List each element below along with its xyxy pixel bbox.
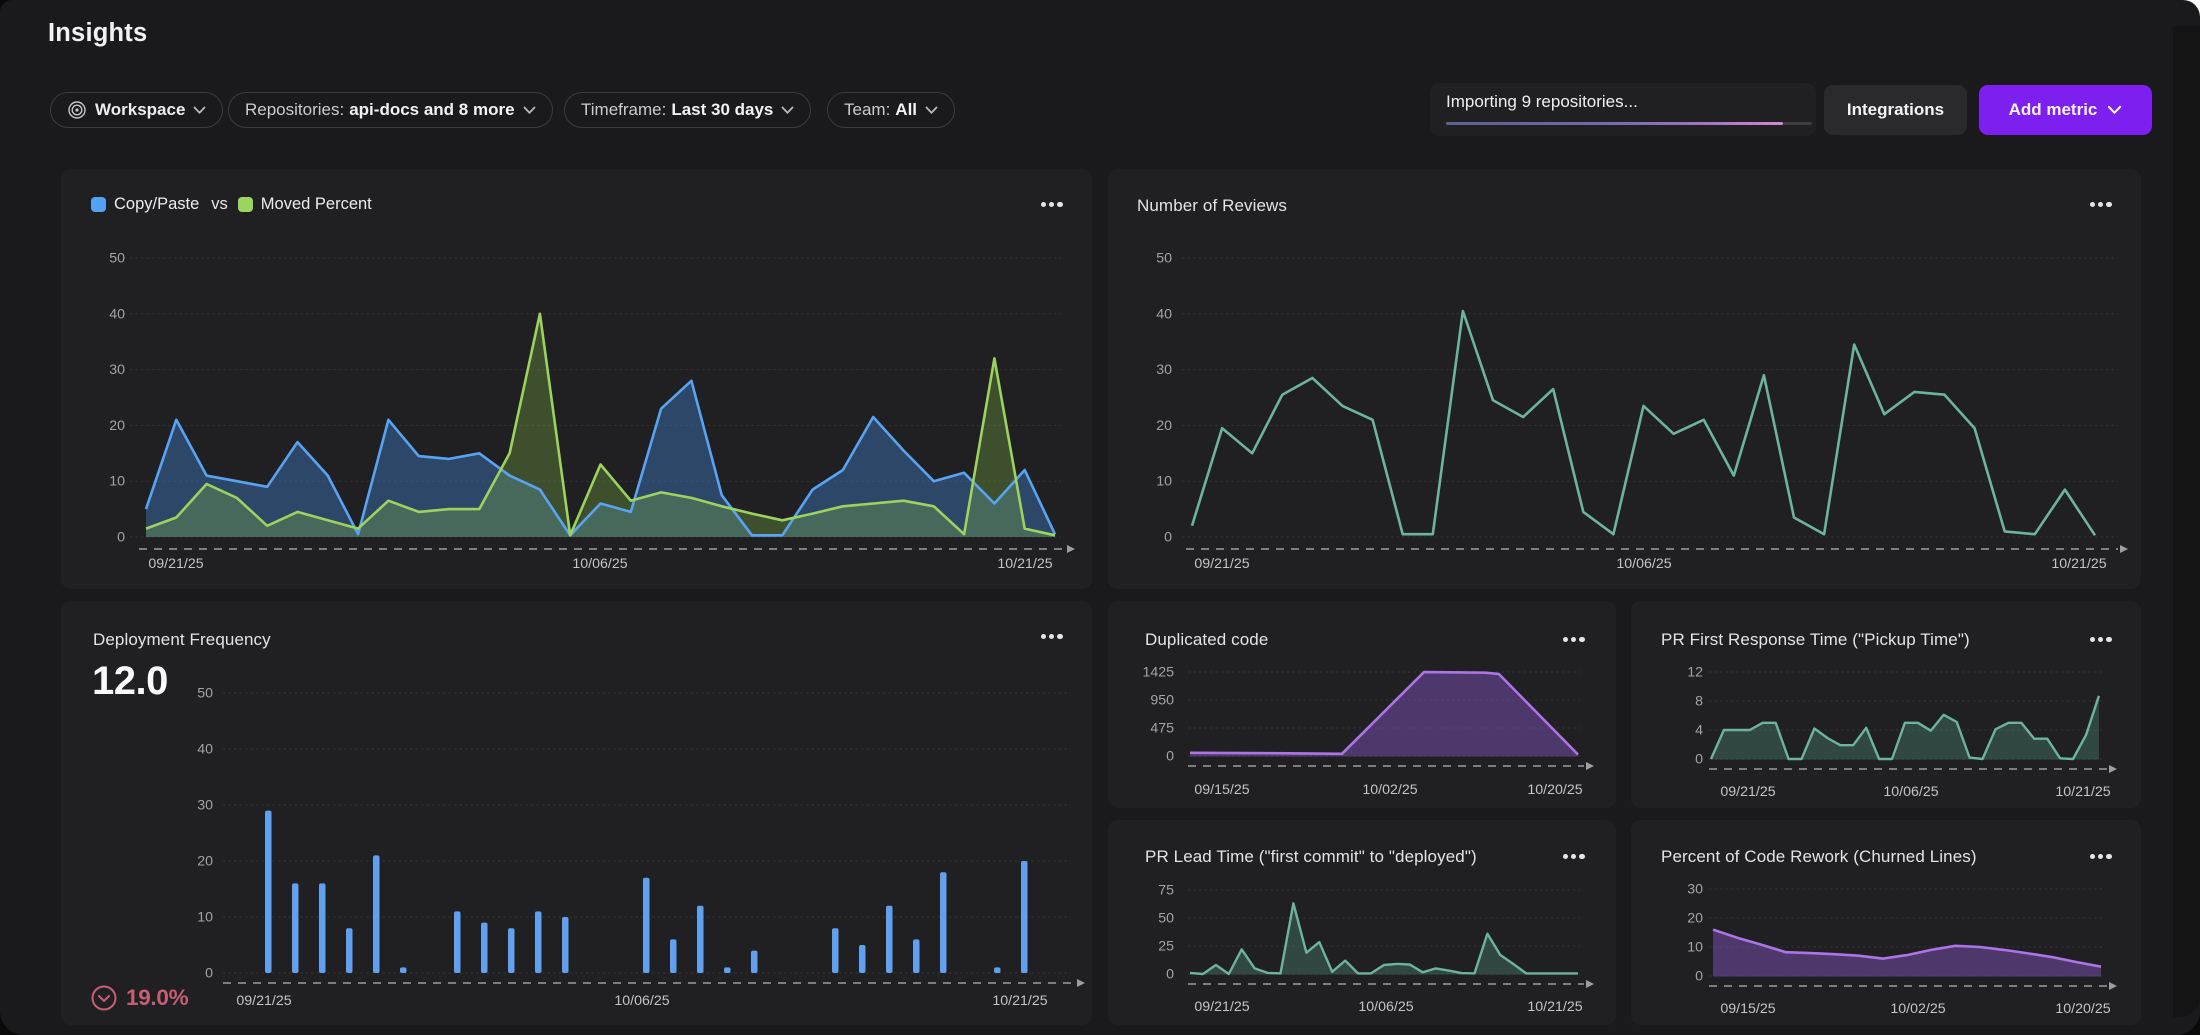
- svg-text:09/21/25: 09/21/25: [148, 556, 203, 572]
- svg-text:0: 0: [1166, 749, 1174, 765]
- svg-text:50: 50: [109, 251, 125, 267]
- svg-text:10/21/25: 10/21/25: [992, 993, 1047, 1009]
- svg-text:09/15/25: 09/15/25: [1194, 782, 1249, 798]
- svg-text:12: 12: [1687, 665, 1703, 681]
- svg-text:10/20/25: 10/20/25: [1527, 782, 1582, 798]
- svg-text:40: 40: [1156, 306, 1172, 322]
- svg-text:25: 25: [1158, 939, 1174, 955]
- svg-text:10/21/25: 10/21/25: [2055, 784, 2110, 800]
- svg-text:50: 50: [1158, 911, 1174, 927]
- svg-text:10/21/25: 10/21/25: [2051, 556, 2106, 572]
- svg-text:20: 20: [197, 854, 213, 870]
- svg-text:10/06/25: 10/06/25: [1883, 784, 1938, 800]
- svg-text:475: 475: [1150, 721, 1174, 737]
- svg-text:20: 20: [109, 418, 125, 434]
- svg-text:10/02/25: 10/02/25: [1362, 782, 1417, 798]
- svg-text:10/20/25: 10/20/25: [2055, 1001, 2110, 1017]
- svg-text:10: 10: [1156, 474, 1172, 490]
- svg-text:40: 40: [197, 742, 213, 758]
- svg-text:09/21/25: 09/21/25: [1194, 999, 1249, 1015]
- svg-text:30: 30: [1687, 882, 1703, 898]
- svg-text:10: 10: [1687, 940, 1703, 956]
- svg-text:10/21/25: 10/21/25: [1527, 999, 1582, 1015]
- svg-text:30: 30: [1156, 362, 1172, 378]
- svg-text:40: 40: [109, 306, 125, 322]
- svg-text:0: 0: [1695, 969, 1703, 985]
- svg-text:10: 10: [197, 910, 213, 926]
- svg-text:10/06/25: 10/06/25: [572, 556, 627, 572]
- svg-text:0: 0: [1164, 530, 1172, 546]
- svg-text:50: 50: [197, 686, 213, 702]
- svg-text:20: 20: [1687, 911, 1703, 927]
- svg-text:10: 10: [109, 474, 125, 490]
- svg-text:10/02/25: 10/02/25: [1890, 1001, 1945, 1017]
- svg-text:0: 0: [205, 966, 213, 982]
- svg-text:10/21/25: 10/21/25: [997, 556, 1052, 572]
- svg-text:0: 0: [117, 530, 125, 546]
- svg-text:09/21/25: 09/21/25: [1194, 556, 1249, 572]
- svg-text:30: 30: [109, 362, 125, 378]
- svg-text:09/21/25: 09/21/25: [236, 993, 291, 1009]
- svg-text:1425: 1425: [1142, 665, 1174, 681]
- svg-text:50: 50: [1156, 251, 1172, 267]
- svg-text:09/21/25: 09/21/25: [1720, 784, 1775, 800]
- svg-text:0: 0: [1695, 752, 1703, 768]
- svg-text:10/06/25: 10/06/25: [614, 993, 669, 1009]
- svg-text:0: 0: [1166, 967, 1174, 983]
- svg-text:09/15/25: 09/15/25: [1720, 1001, 1775, 1017]
- svg-text:10/06/25: 10/06/25: [1358, 999, 1413, 1015]
- svg-text:950: 950: [1150, 693, 1174, 709]
- svg-text:75: 75: [1158, 883, 1174, 899]
- svg-text:8: 8: [1695, 694, 1703, 710]
- svg-text:4: 4: [1695, 723, 1703, 739]
- svg-text:10/06/25: 10/06/25: [1616, 556, 1671, 572]
- svg-text:20: 20: [1156, 418, 1172, 434]
- svg-text:30: 30: [197, 798, 213, 814]
